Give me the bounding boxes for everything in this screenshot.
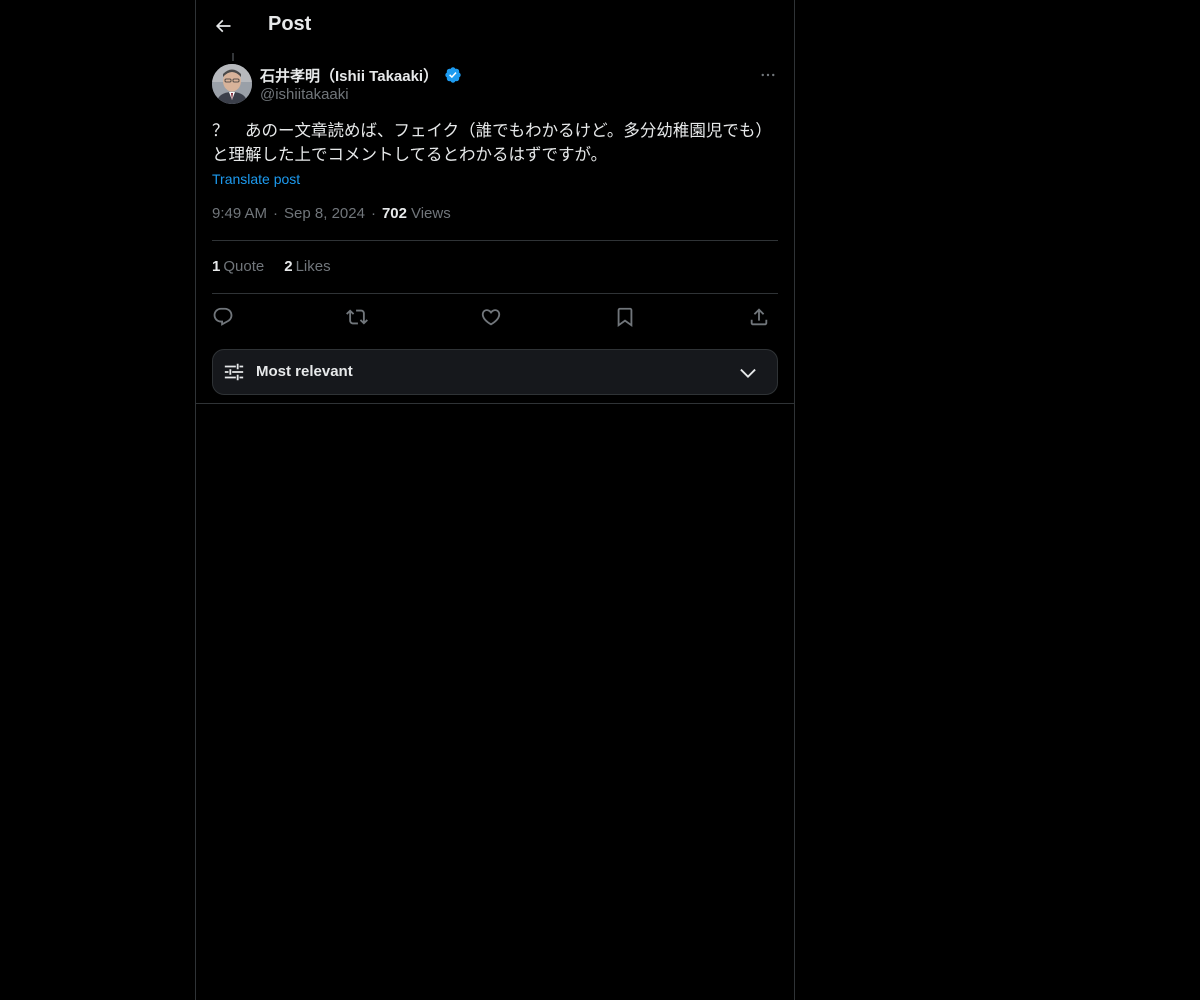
more-horizontal-icon (759, 66, 777, 84)
translate-post-link[interactable]: Translate post (212, 171, 300, 187)
author-handle[interactable]: @ishiitakaaki (260, 86, 462, 103)
post-date[interactable]: Sep 8, 2024 (284, 205, 365, 222)
avatar[interactable] (212, 64, 252, 104)
verified-badge-icon[interactable] (444, 66, 462, 84)
separator-dot: · (370, 205, 376, 222)
bookmark-icon (614, 306, 636, 328)
chevron-down-icon (737, 362, 759, 384)
author-block: 石井孝明（Ishii Takaaki） @ishiitakaaki (260, 65, 462, 103)
views-count: 702 (381, 205, 407, 222)
page-header: Post (196, 0, 794, 53)
post-meta: 9:49 AM · Sep 8, 2024 · 702 Views (212, 205, 451, 222)
heart-icon (480, 306, 502, 328)
post-text: ？ あのー文章読めば、フェイク（誰でもわかるけど。多分幼稚園児でも）と理解した上… (212, 121, 772, 164)
repost-icon (346, 306, 368, 328)
share-button[interactable] (746, 304, 772, 330)
quote-label: Quote (223, 258, 265, 275)
separator-dot: · (273, 205, 279, 222)
divider (212, 293, 778, 294)
likes-count: 2 (284, 258, 293, 275)
back-button[interactable] (206, 9, 240, 43)
post-stats: 1 Quote 2 Likes (212, 258, 351, 275)
primary-column: Post 石井孝明（Ishii Takaaki） @ishiitakaaki ？… (195, 0, 795, 1000)
views-label: Views (410, 205, 451, 222)
likes-label: Likes (295, 258, 331, 275)
action-bar (212, 304, 778, 330)
like-button[interactable] (478, 304, 504, 330)
sliders-icon (223, 361, 245, 383)
reply-sort-dropdown[interactable]: Most relevant (212, 349, 778, 395)
thread-line (232, 53, 234, 61)
likes-stat[interactable]: 2 Likes (284, 258, 330, 275)
repost-button[interactable] (344, 304, 370, 330)
reply-icon (212, 306, 234, 328)
more-options-button[interactable] (752, 62, 784, 88)
post-time[interactable]: 9:49 AM (212, 205, 267, 222)
arrow-left-icon (213, 16, 233, 36)
reply-button[interactable] (210, 304, 236, 330)
quote-stat[interactable]: 1 Quote (212, 258, 264, 275)
author-name-row: 石井孝明（Ishii Takaaki） (260, 65, 462, 85)
share-icon (748, 306, 770, 328)
bookmark-button[interactable] (612, 304, 638, 330)
quote-count: 1 (212, 258, 221, 275)
sort-label: Most relevant (256, 363, 353, 380)
author-name[interactable]: 石井孝明（Ishii Takaaki） (260, 65, 438, 86)
divider (212, 240, 778, 241)
page-title: Post (268, 13, 312, 35)
divider (196, 403, 794, 404)
